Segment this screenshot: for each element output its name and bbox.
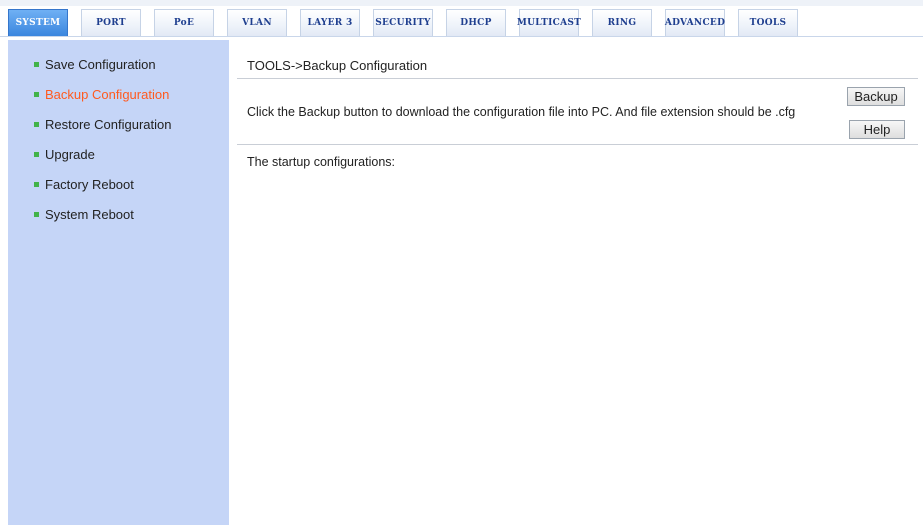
divider: [237, 144, 918, 145]
sidebar-item-restore-configuration[interactable]: Restore Configuration: [34, 115, 171, 133]
tab-bar: SYSTEM PORT PoE VLAN LAYER 3 SECURITY DH…: [8, 9, 811, 36]
sidebar-item-label: System Reboot: [45, 206, 134, 222]
tab-tools[interactable]: TOOLS: [738, 9, 798, 36]
tab-dhcp[interactable]: DHCP: [446, 9, 506, 36]
tab-system[interactable]: SYSTEM: [8, 9, 68, 36]
sidebar-item-label: Upgrade: [45, 146, 95, 162]
sidebar-item-save-configuration[interactable]: Save Configuration: [34, 55, 156, 73]
sidebar-item-factory-reboot[interactable]: Factory Reboot: [34, 175, 134, 193]
sidebar-item-label: Factory Reboot: [45, 176, 134, 192]
top-strip: [0, 0, 923, 6]
bullet-icon: [34, 211, 39, 217]
tab-ring[interactable]: RING: [592, 9, 652, 36]
tab-vlan[interactable]: VLAN: [227, 9, 287, 36]
sidebar-item-backup-configuration[interactable]: Backup Configuration: [34, 85, 169, 103]
bullet-icon: [34, 181, 39, 187]
tab-advanced[interactable]: ADVANCED: [665, 9, 725, 36]
sidebar: Save Configuration Backup Configuration …: [8, 40, 229, 525]
bullet-icon: [34, 151, 39, 157]
sidebar-item-system-reboot[interactable]: System Reboot: [34, 205, 134, 223]
sidebar-item-upgrade[interactable]: Upgrade: [34, 145, 95, 163]
tab-layer3[interactable]: LAYER 3: [300, 9, 360, 36]
breadcrumb: TOOLS->Backup Configuration: [247, 58, 428, 73]
divider: [237, 78, 918, 79]
backup-description: Click the Backup button to download the …: [247, 105, 796, 119]
tab-port[interactable]: PORT: [81, 9, 141, 36]
help-button[interactable]: Help: [849, 120, 905, 139]
sidebar-item-label: Backup Configuration: [45, 86, 170, 102]
bullet-icon: [34, 91, 39, 97]
bullet-icon: [34, 61, 39, 67]
startup-configurations-label: The startup configurations:: [247, 155, 395, 169]
backup-button[interactable]: Backup: [847, 87, 905, 106]
tab-divider: [0, 36, 923, 37]
bullet-icon: [34, 121, 39, 127]
tab-poe[interactable]: PoE: [154, 9, 214, 36]
tab-security[interactable]: SECURITY: [373, 9, 433, 36]
sidebar-item-label: Restore Configuration: [45, 116, 172, 132]
top-navigation: SYSTEM PORT PoE VLAN LAYER 3 SECURITY DH…: [0, 0, 923, 37]
tab-multicast[interactable]: MULTICAST: [517, 9, 581, 36]
sidebar-item-label: Save Configuration: [45, 56, 156, 72]
